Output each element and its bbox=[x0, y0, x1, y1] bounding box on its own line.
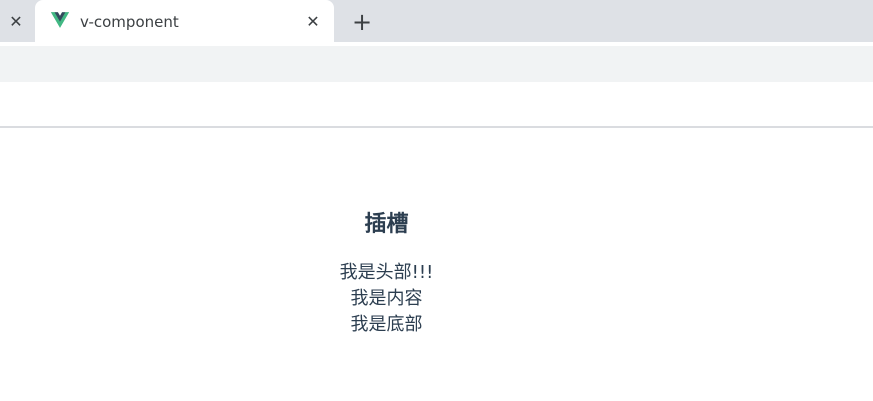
slot-footer-text: 我是底部 bbox=[350, 314, 423, 335]
slot-header-text: 我是头部!!! bbox=[339, 262, 434, 283]
tab-strip: ✕ v-component ✕ + bbox=[0, 0, 873, 46]
new-tab-plus-icon[interactable]: + bbox=[348, 8, 376, 36]
browser-toolbar bbox=[0, 46, 873, 82]
tab-close-icon[interactable]: ✕ bbox=[302, 10, 324, 32]
bookmark-bar bbox=[0, 82, 873, 128]
vue-logo-icon bbox=[51, 12, 69, 28]
slot-content-text: 我是内容 bbox=[350, 288, 423, 309]
previous-tab-close-icon[interactable]: ✕ bbox=[0, 0, 32, 42]
tab-title: v-component bbox=[80, 13, 179, 31]
tab-v-component[interactable]: v-component ✕ bbox=[35, 0, 334, 46]
page-content: 插槽 我是头部!!! 我是内容 我是底部 bbox=[0, 130, 873, 401]
page-heading: 插槽 bbox=[364, 212, 409, 237]
slot-block: 我是头部!!! 我是内容 我是底部 bbox=[0, 260, 773, 338]
